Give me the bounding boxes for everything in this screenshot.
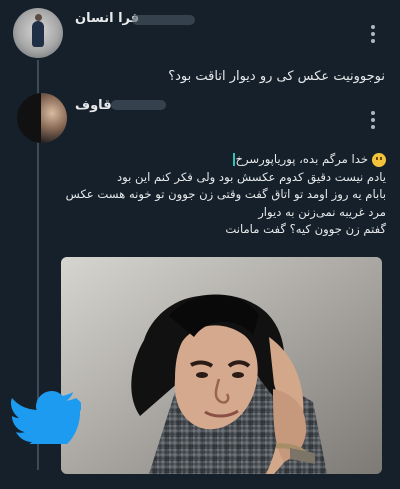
more-vertical-icon[interactable] [370, 111, 376, 129]
tweet-line: خدا مرگم بده، پوریاپورسرخ [56, 151, 386, 169]
smiling-face-icon [372, 152, 386, 167]
tweet-line: بابام یه روز اومد تو اتاق گفت وقتی زن جو… [65, 187, 386, 202]
twitter-bird-icon [11, 391, 81, 444]
tweet-text: خدا مرگم بده، پوریاپورسرخ یادم نیست دقیق… [56, 151, 386, 239]
tweet-line: گفتم زن جوون کیه؟ گفت مامانت [225, 222, 386, 237]
tweet-photo[interactable] [61, 257, 382, 474]
tweet-line: یادم نیست دقیق کدوم عکسش بود ولی فکر کنم… [116, 169, 386, 184]
avatar[interactable] [17, 93, 67, 143]
profile-figure-icon [32, 14, 44, 47]
text-cursor [232, 153, 235, 166]
avatar[interactable] [13, 8, 63, 58]
tweet-text: نوجوونیت عکس کی رو دیوار اتاقت بود؟ [168, 69, 385, 84]
display-name[interactable]: فرا انسان [75, 11, 139, 26]
display-name[interactable]: قاوف [75, 98, 112, 113]
more-vertical-icon[interactable] [370, 25, 376, 43]
portrait-illustration [61, 257, 382, 474]
tweet-line: مرد غریبه نمی‌زنن به دیوار [258, 204, 386, 219]
redacted-username [111, 100, 166, 110]
profile-hair-shape [17, 93, 41, 143]
redacted-username [132, 15, 195, 25]
